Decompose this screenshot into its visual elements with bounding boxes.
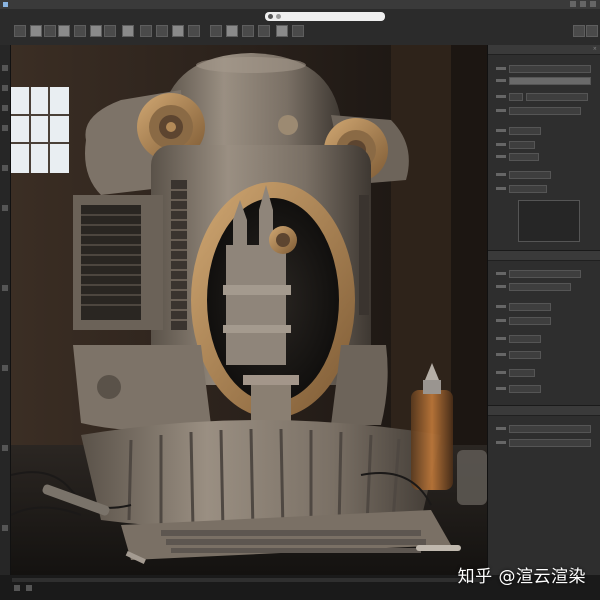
right-foot [331, 345, 388, 425]
tool-icon[interactable] [2, 65, 8, 71]
tool-button[interactable] [140, 25, 152, 37]
tool-button[interactable] [242, 25, 254, 37]
tool-button[interactable] [188, 25, 200, 37]
property-row[interactable] [496, 438, 591, 447]
property-row[interactable] [496, 316, 551, 325]
property-row[interactable] [496, 106, 581, 115]
tool-icon[interactable] [2, 285, 8, 291]
property-row[interactable] [496, 64, 591, 73]
tool-button[interactable] [58, 25, 70, 37]
property-row[interactable] [496, 350, 541, 359]
property-row[interactable] [496, 140, 535, 149]
properties-panel: × [487, 45, 600, 575]
rendered-scene [11, 45, 487, 575]
property-row[interactable] [496, 302, 551, 311]
tool-button[interactable] [292, 25, 304, 37]
left-foot [73, 345, 211, 431]
window-controls [570, 1, 596, 7]
tool-button[interactable] [122, 25, 134, 37]
property-row[interactable] [496, 152, 539, 161]
tool-icon[interactable] [2, 365, 8, 371]
tool-button[interactable] [156, 25, 168, 37]
watermark: 知乎 @渲云渲染 [457, 567, 586, 587]
tool-button[interactable] [172, 25, 184, 37]
toggle-icon [276, 14, 281, 19]
tool-icon[interactable] [2, 105, 8, 111]
property-row[interactable] [496, 269, 581, 278]
tool-button[interactable] [258, 25, 270, 37]
property-row[interactable] [496, 384, 541, 393]
tool-button[interactable] [276, 25, 288, 37]
app-icon [3, 2, 8, 7]
property-row[interactable] [496, 126, 541, 135]
panel-header [488, 406, 600, 416]
tool-button[interactable] [226, 25, 238, 37]
tool-icon[interactable] [2, 165, 8, 171]
timeline-track[interactable] [12, 578, 482, 582]
maximize-button[interactable] [580, 1, 586, 7]
tool-icon[interactable] [2, 85, 8, 91]
preview-swatch[interactable] [518, 200, 580, 242]
stop-icon[interactable] [26, 585, 32, 591]
address-bar[interactable] [265, 12, 385, 21]
panel-header [488, 251, 600, 261]
property-row[interactable] [496, 282, 571, 291]
glass-bottle [411, 390, 453, 490]
play-icon[interactable] [14, 585, 20, 591]
tool-button[interactable] [104, 25, 116, 37]
panel-header: × [488, 45, 600, 55]
close-icon[interactable]: × [593, 45, 597, 54]
left-tool-column [0, 45, 11, 575]
minimize-button[interactable] [570, 1, 576, 7]
tool-button[interactable] [573, 25, 585, 37]
property-row[interactable] [496, 368, 535, 377]
tool-icon[interactable] [2, 525, 8, 531]
tool-button[interactable] [210, 25, 222, 37]
tool-icon[interactable] [2, 125, 8, 131]
property-row[interactable] [496, 184, 547, 193]
tool-icon[interactable] [2, 445, 8, 451]
property-row[interactable] [496, 424, 591, 433]
render-viewport[interactable] [11, 45, 487, 575]
toggle-icon [268, 14, 273, 19]
tool-button[interactable] [74, 25, 86, 37]
tool-icon[interactable] [2, 205, 8, 211]
property-row[interactable] [496, 92, 588, 101]
property-row[interactable] [496, 76, 591, 85]
tool-button[interactable] [586, 25, 598, 37]
close-button[interactable] [590, 1, 596, 7]
window-light [11, 87, 69, 173]
tool-button[interactable] [90, 25, 102, 37]
tool-button[interactable] [14, 25, 26, 37]
property-row[interactable] [496, 334, 541, 343]
tool-button[interactable] [44, 25, 56, 37]
tool-button[interactable] [30, 25, 42, 37]
property-row[interactable] [496, 170, 551, 179]
